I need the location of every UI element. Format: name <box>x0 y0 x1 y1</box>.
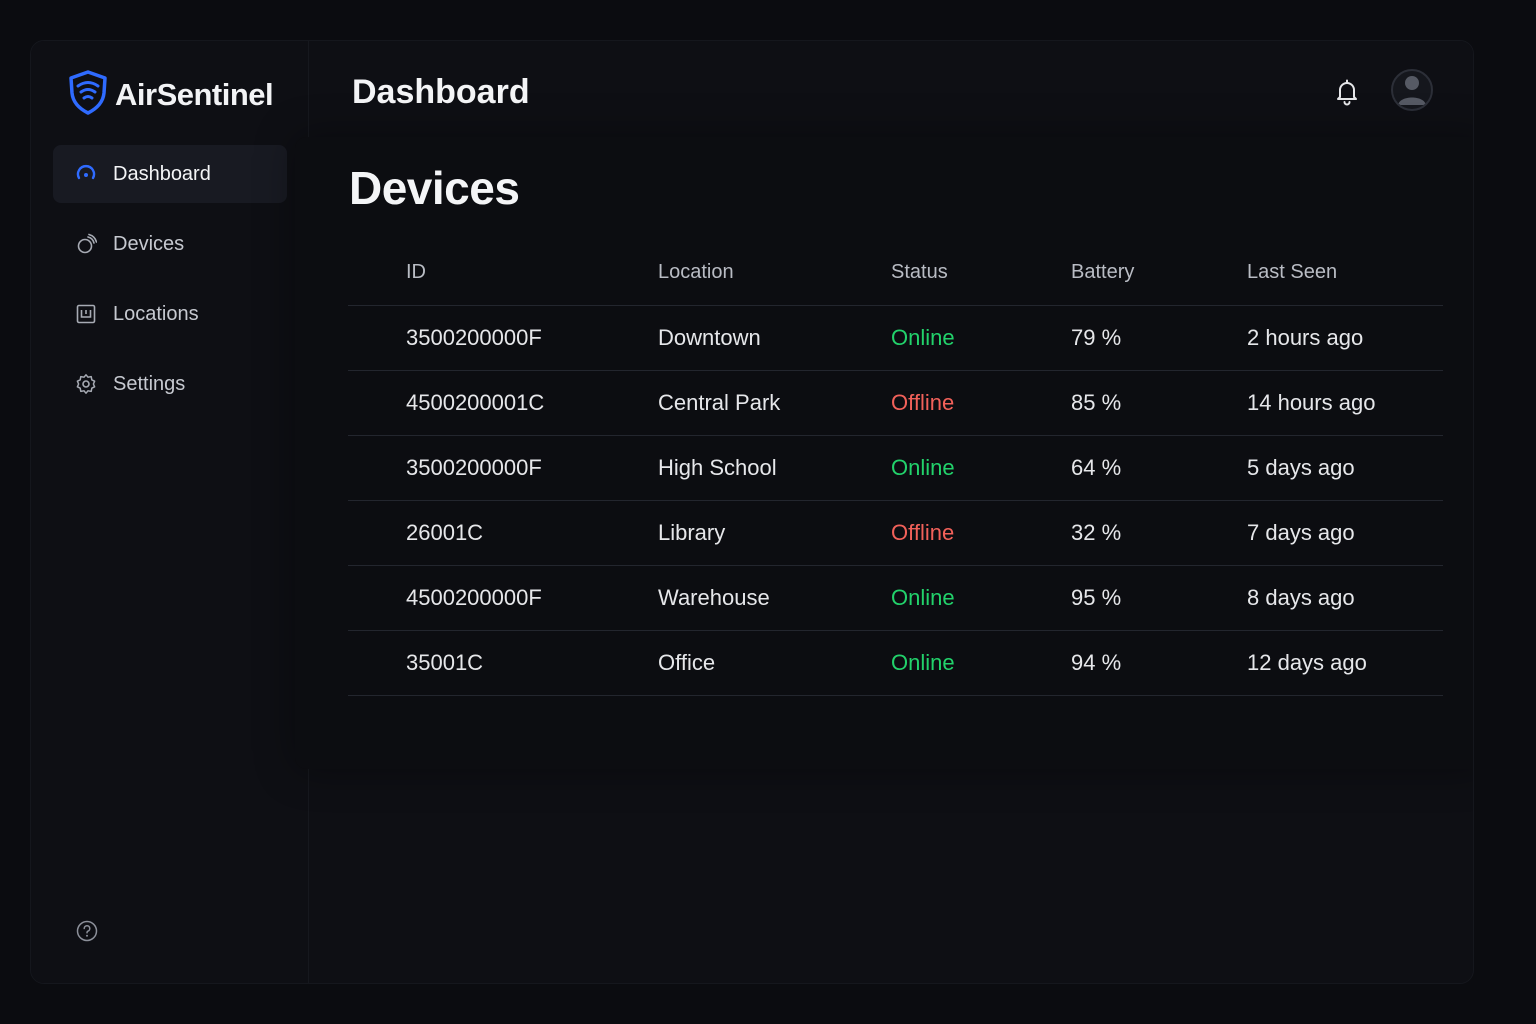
table-row[interactable]: 26001C Library Offline 32 % 7 days ago <box>348 500 1443 566</box>
status-badge: Online <box>891 435 1071 501</box>
device-battery: 94 % <box>1071 630 1247 696</box>
column-header-last-seen[interactable]: Last Seen <box>1247 241 1443 306</box>
column-header-location[interactable]: Location <box>658 241 891 306</box>
device-battery: 95 % <box>1071 565 1247 631</box>
device-id: 3500200000F <box>348 305 658 371</box>
sidebar-item-label: Dashboard <box>113 162 211 185</box>
device-location: Central Park <box>658 370 891 436</box>
devices-panel: Devices ID Location Status Battery Last … <box>295 137 1473 769</box>
device-location: High School <box>658 435 891 501</box>
device-id: 3500200000F <box>348 435 658 501</box>
device-location: Library <box>658 500 891 566</box>
column-header-id[interactable]: ID <box>348 241 658 306</box>
device-last-seen: 2 hours ago <box>1247 305 1443 371</box>
column-header-battery[interactable]: Battery <box>1071 241 1247 306</box>
device-id: 35001C <box>348 630 658 696</box>
table-row[interactable]: 35001C Office Online 94 % 12 days ago <box>348 630 1443 696</box>
status-badge: Online <box>891 630 1071 696</box>
app-window: AirSentinel Dashboard Devices Locations … <box>30 40 1474 984</box>
status-badge: Offline <box>891 500 1071 566</box>
device-last-seen: 12 days ago <box>1247 630 1443 696</box>
table-row[interactable]: 4500200001C Central Park Offline 85 % 14… <box>348 370 1443 436</box>
table-header-row: ID Location Status Battery Last Seen <box>348 241 1443 306</box>
column-header-status[interactable]: Status <box>891 241 1071 306</box>
device-last-seen: 5 days ago <box>1247 435 1443 501</box>
table-row[interactable]: 3500200000F Downtown Online 79 % 2 hours… <box>348 305 1443 371</box>
sidebar-item-devices[interactable]: Devices <box>53 215 287 273</box>
device-location: Office <box>658 630 891 696</box>
device-location: Warehouse <box>658 565 891 631</box>
page-title: Dashboard <box>352 73 530 111</box>
status-badge: Online <box>891 565 1071 631</box>
brand-logo[interactable]: AirSentinel <box>67 69 274 120</box>
table-row[interactable]: 3500200000F High School Online 64 % 5 da… <box>348 435 1443 501</box>
help-icon[interactable] <box>75 919 99 943</box>
device-last-seen: 7 days ago <box>1247 500 1443 566</box>
device-location: Downtown <box>658 305 891 371</box>
sidebar-item-settings[interactable]: Settings <box>53 355 287 413</box>
shield-wifi-icon <box>67 69 109 120</box>
dashboard-icon <box>75 163 97 185</box>
sidebar-item-label: Settings <box>113 372 186 395</box>
user-icon <box>1393 71 1431 109</box>
device-id: 4500200000F <box>348 565 658 631</box>
sidebar-item-label: Locations <box>113 302 199 325</box>
sidebar-item-label: Devices <box>113 232 185 255</box>
locations-icon <box>75 303 97 325</box>
brand-name: AirSentinel <box>115 76 274 112</box>
user-avatar[interactable] <box>1391 69 1433 111</box>
sidebar-item-locations[interactable]: Locations <box>53 285 287 343</box>
gear-icon <box>75 373 97 395</box>
device-last-seen: 14 hours ago <box>1247 370 1443 436</box>
device-id: 4500200001C <box>348 370 658 436</box>
device-battery: 85 % <box>1071 370 1247 436</box>
bell-icon[interactable] <box>1333 77 1361 107</box>
device-battery: 79 % <box>1071 305 1247 371</box>
devices-table: ID Location Status Battery Last Seen 350… <box>348 241 1443 696</box>
device-battery: 32 % <box>1071 500 1247 566</box>
sidebar-nav: Dashboard Devices Locations Settings <box>53 145 287 425</box>
sidebar-item-dashboard[interactable]: Dashboard <box>53 145 287 203</box>
device-battery: 64 % <box>1071 435 1247 501</box>
table-row[interactable]: 4500200000F Warehouse Online 95 % 8 days… <box>348 565 1443 631</box>
section-title: Devices <box>349 162 520 214</box>
top-header: Dashboard <box>309 41 1473 141</box>
status-badge: Offline <box>891 370 1071 436</box>
status-badge: Online <box>891 305 1071 371</box>
device-last-seen: 8 days ago <box>1247 565 1443 631</box>
device-id: 26001C <box>348 500 658 566</box>
sidebar: AirSentinel Dashboard Devices Locations … <box>31 41 309 983</box>
devices-icon <box>75 233 97 255</box>
